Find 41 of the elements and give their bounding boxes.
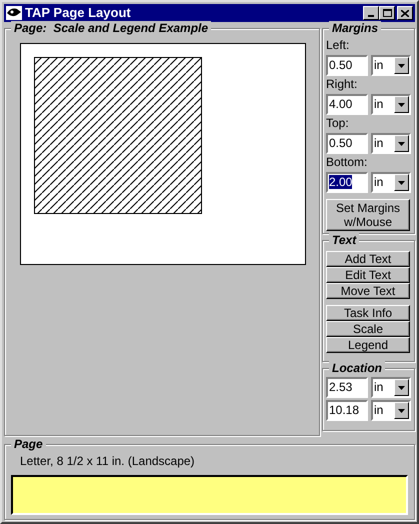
input-field[interactable]: 10.18 [326, 400, 368, 421]
field-label: Bottom: [326, 154, 368, 170]
caret-icon [398, 386, 405, 390]
text-tool-button[interactable]: Add Text [326, 251, 410, 267]
unit-dropdown[interactable]: in [371, 55, 411, 76]
input-field[interactable]: 2.00 [326, 172, 368, 193]
group-title: Page [11, 437, 46, 451]
page-description: Letter, 8 1/2 x 11 in. (Landscape) [20, 453, 196, 469]
input-field[interactable]: 0.50 [326, 133, 368, 154]
group-title: Location [329, 361, 385, 375]
unit-dropdown[interactable]: in [371, 94, 411, 115]
group-title: Margins [329, 21, 382, 35]
caret-icon [398, 180, 405, 184]
maximize-button[interactable] [379, 6, 395, 20]
field-label: Left: [326, 37, 350, 53]
input-field[interactable]: 4.00 [326, 94, 368, 115]
text-tool-button[interactable]: Scale [326, 321, 410, 337]
caret-icon [398, 102, 405, 106]
close-icon [401, 10, 409, 16]
text-tool-button[interactable]: Move Text [326, 283, 410, 299]
minimize-button[interactable] [363, 6, 379, 20]
set-margins-button[interactable]: Set Margins w/Mouse [326, 199, 410, 231]
text-tool-button[interactable]: Legend [326, 337, 410, 353]
field-label: Right: [326, 76, 358, 92]
input-field[interactable]: 0.50 [326, 55, 368, 76]
window-title: TAP Page Layout [25, 4, 132, 22]
caret-icon [398, 64, 405, 68]
unit-dropdown[interactable]: in [371, 400, 411, 421]
group-title: Text [329, 233, 360, 247]
input-field[interactable]: 2.53 [326, 377, 368, 398]
text-tool-button[interactable]: Edit Text [326, 267, 410, 283]
unit-dropdown[interactable]: in [371, 377, 411, 398]
app-icon [6, 6, 22, 20]
unit-dropdown[interactable]: in [371, 172, 411, 193]
caret-icon [398, 408, 405, 412]
unit-dropdown[interactable]: in [371, 133, 411, 154]
caret-icon [398, 142, 405, 146]
field-label: Top: [326, 115, 350, 131]
text-tool-button[interactable]: Task Info [326, 305, 410, 321]
group-title: Page: Scale and Legend Example [11, 21, 212, 35]
close-button[interactable] [397, 6, 413, 20]
